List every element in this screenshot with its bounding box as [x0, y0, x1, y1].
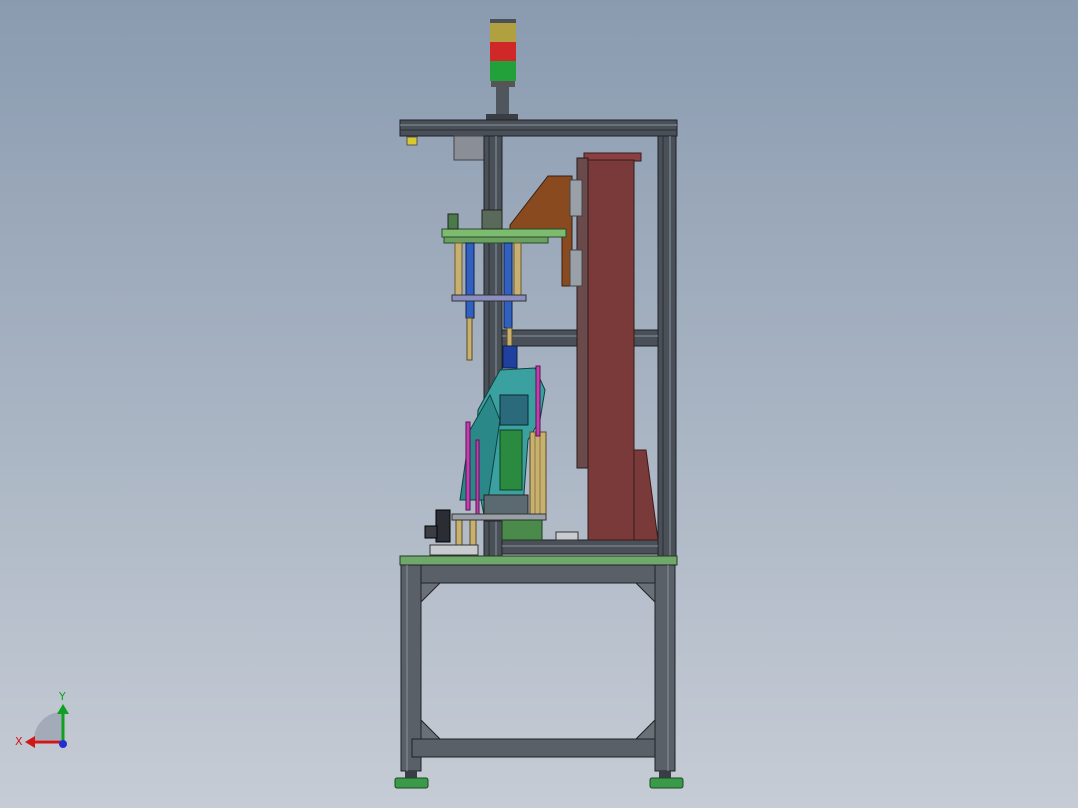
table-lower-rail [411, 738, 656, 758]
foot-left [394, 777, 429, 789]
lamp-segment-green [490, 61, 516, 81]
machine-model-view[interactable]: Y X [0, 0, 1078, 808]
magenta-rod-mid [475, 439, 480, 516]
coordinate-triad[interactable]: Y X [15, 690, 69, 748]
gusset-br [634, 718, 656, 740]
maroon-panel [587, 159, 635, 541]
lamp-pole [496, 87, 509, 115]
green-clamp-body [499, 429, 523, 491]
motor-housing [435, 509, 451, 543]
signal-tower-lamp[interactable] [486, 19, 518, 120]
magenta-rod-right [535, 365, 541, 437]
press-head [502, 345, 518, 369]
teal-fixture[interactable] [459, 365, 547, 522]
wiring-block [429, 544, 479, 556]
plate-post-left [447, 213, 459, 230]
table-leg-right [654, 564, 676, 772]
guide-rod-right [513, 242, 522, 299]
slide-block-upper [569, 179, 583, 217]
table-top [399, 555, 678, 566]
piston-rod-right [506, 327, 513, 349]
y-axis-arrow [57, 704, 69, 714]
fixture-plate [451, 513, 547, 521]
lamp-segment-yellow [490, 23, 516, 42]
right-column [657, 135, 677, 557]
sensor-block [406, 136, 418, 146]
lamp-base [491, 81, 515, 87]
cad-viewport[interactable]: Y X [0, 0, 1078, 808]
x-axis-label: X [15, 735, 23, 748]
guide-collar [451, 294, 527, 302]
tan-guide-block [529, 431, 547, 517]
triad-arc [34, 712, 62, 740]
cylinder-left [465, 242, 475, 319]
lamp-cap [490, 19, 516, 23]
foot-right [649, 777, 684, 789]
y-axis-label: Y [58, 690, 66, 703]
connector [555, 531, 579, 541]
motor-mount [424, 525, 438, 539]
gusset-bl [420, 718, 442, 740]
guide-rod-left [454, 242, 463, 299]
base-beam [501, 539, 659, 555]
green-plate-lower [443, 236, 549, 244]
lamp-mount [486, 114, 518, 120]
cylinder-right [503, 242, 513, 329]
slide-block-lower [569, 249, 583, 287]
magenta-rod-left [465, 421, 471, 511]
piston-rod-left [466, 317, 473, 361]
dark-fixture-plate [499, 394, 529, 426]
control-box [453, 135, 485, 161]
top-beam [399, 119, 678, 137]
gusset-tl [420, 582, 442, 604]
z-axis-dot [59, 740, 67, 748]
machine-table[interactable] [394, 555, 684, 789]
maroon-gusset [633, 449, 659, 541]
green-plate-top [441, 228, 567, 238]
table-apron [419, 564, 656, 584]
plate-post-right [481, 209, 503, 230]
lamp-segment-red [490, 42, 516, 61]
gusset-tr [634, 582, 656, 604]
green-base-block [501, 519, 543, 541]
x-axis-arrow [25, 736, 35, 748]
